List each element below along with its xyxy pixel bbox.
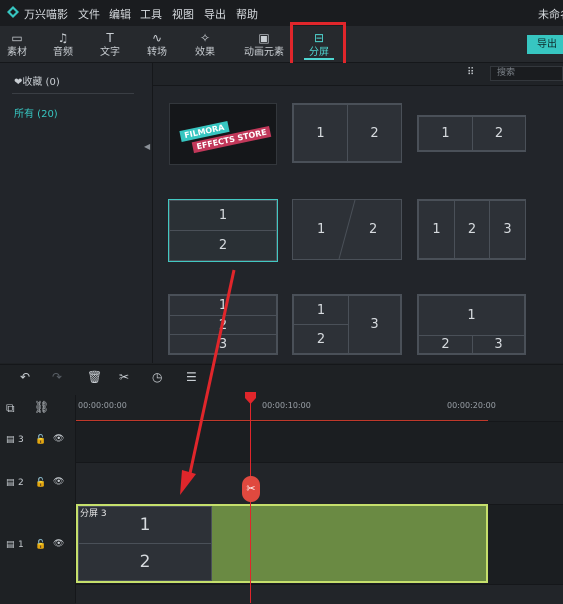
split-template-1top-2bottom[interactable]: 1 2 3 xyxy=(417,294,526,355)
template-cell: 2 xyxy=(472,116,526,151)
project-title: 未命名 xyxy=(538,8,563,21)
template-cell: 2 xyxy=(169,315,277,335)
tab-effects[interactable]: ✧ 效果 xyxy=(182,26,228,62)
split-template-2v-wide[interactable]: 1 2 xyxy=(417,115,526,152)
delete-icon[interactable]: 🗑 xyxy=(87,370,102,384)
add-track-icon[interactable]: ⧉ xyxy=(6,401,15,416)
cut-icon[interactable]: ✂ xyxy=(119,370,129,384)
tab-audio[interactable]: ♫ 音频 xyxy=(40,26,86,62)
timeline-toolbar xyxy=(0,364,563,395)
menu-edit[interactable]: 编辑 xyxy=(109,6,131,22)
track-video-icon: ▤ xyxy=(6,478,15,488)
music-note-icon: ♫ xyxy=(57,31,69,45)
split-template-2h-selected[interactable]: 1 2 xyxy=(168,199,278,262)
track-row-2[interactable] xyxy=(76,462,563,505)
elements-icon: ▣ xyxy=(258,31,270,45)
eye-icon[interactable]: 👁 xyxy=(53,434,64,444)
tab-elements[interactable]: ▣ 动画元素 xyxy=(236,26,292,62)
template-cell: 2 xyxy=(169,230,277,261)
split-template-2left-1right[interactable]: 1 2 3 xyxy=(292,294,402,355)
diagonal-divider xyxy=(338,200,356,259)
track-number: 1 xyxy=(18,540,24,550)
template-cell: 1 xyxy=(293,295,349,325)
template-cell: 2 xyxy=(347,104,402,162)
divider xyxy=(12,93,134,94)
transition-icon: ∿ xyxy=(151,31,163,45)
template-cell: 1 xyxy=(169,200,277,231)
eye-icon[interactable]: 👁 xyxy=(53,477,64,487)
lock-icon[interactable]: 🔓 xyxy=(35,435,46,445)
template-cell: 2 xyxy=(369,222,378,237)
track-number: 3 xyxy=(18,435,24,445)
ruler-label: 00:00:00:00 xyxy=(78,401,127,410)
track-row-audio[interactable] xyxy=(76,584,563,604)
menubar: 万兴喵影 文件 编辑 工具 视图 导出 帮助 未命名 xyxy=(0,0,563,26)
template-cell: 3 xyxy=(472,335,525,354)
template-cell: 1 xyxy=(317,222,326,237)
redo-icon[interactable]: ↷ xyxy=(52,370,62,384)
split-template-3h[interactable]: 1 2 3 xyxy=(168,294,278,355)
template-cell: 2 xyxy=(418,335,473,354)
tab-media[interactable]: ▭ 素材 xyxy=(0,26,40,62)
template-cell: 2 xyxy=(454,200,490,259)
template-cell: 1 xyxy=(418,116,473,151)
grid-view-icon[interactable]: ⠿ xyxy=(467,67,474,78)
playhead-scissors-icon[interactable]: ✂ xyxy=(242,476,260,502)
collapse-panel-icon[interactable]: ◀ xyxy=(144,142,150,151)
menu-export[interactable]: 导出 xyxy=(204,6,226,22)
split-template-diagonal[interactable]: 1 2 xyxy=(292,199,402,260)
template-cell: 1 xyxy=(418,200,455,259)
clock-icon[interactable]: ◷ xyxy=(152,370,162,384)
menu-help[interactable]: 帮助 xyxy=(236,6,258,22)
favorites-item[interactable]: ❤收藏 (0) xyxy=(14,73,60,88)
eye-icon[interactable]: 👁 xyxy=(53,539,64,549)
menu-view[interactable]: 视图 xyxy=(172,6,194,22)
template-cell: 1 xyxy=(293,104,348,162)
menu-file[interactable]: 文件 xyxy=(78,6,100,22)
split-template-2v[interactable]: 1 2 xyxy=(292,103,402,163)
playhead-handle[interactable] xyxy=(245,392,256,404)
app-logo-icon xyxy=(7,6,19,18)
ruler-label: 00:00:20:00 xyxy=(447,401,496,410)
media-toolbar: ▭ 素材 ♫ 音频 T 文字 ∿ 转场 ✧ 效果 ▣ 动画元素 ⊟ 分屏 xyxy=(0,26,563,63)
template-cell: 3 xyxy=(348,295,401,354)
template-cell: 1 xyxy=(418,295,525,336)
link-icon[interactable]: ⛓ xyxy=(34,400,49,414)
lock-icon[interactable]: 🔓 xyxy=(35,478,46,488)
track-headers xyxy=(0,395,76,603)
text-icon: T xyxy=(106,31,114,45)
template-cell: 3 xyxy=(169,334,277,354)
folder-icon: ▭ xyxy=(11,31,23,45)
split-template-3v[interactable]: 1 2 3 xyxy=(417,199,526,260)
search-input[interactable]: 搜索 xyxy=(490,66,563,81)
effects-icon: ✧ xyxy=(199,31,211,45)
ruler-label: 00:00:10:00 xyxy=(262,401,311,410)
track-video-icon: ▤ xyxy=(6,540,15,550)
track-number: 2 xyxy=(18,478,24,488)
template-cell: 3 xyxy=(489,200,526,259)
app-name: 万兴喵影 xyxy=(24,8,68,21)
all-item[interactable]: 所有 (20) xyxy=(14,105,58,120)
undo-icon[interactable]: ↶ xyxy=(20,370,30,384)
track-video-icon: ▤ xyxy=(6,435,15,445)
template-cell: 2 xyxy=(293,324,349,354)
effects-store-promo[interactable]: FILMORA EFFECTS STORE xyxy=(169,103,277,165)
menu-tools[interactable]: 工具 xyxy=(140,6,162,22)
export-button[interactable]: 导出 xyxy=(527,35,563,54)
tab-transition[interactable]: ∿ 转场 xyxy=(134,26,180,62)
tab-text[interactable]: T 文字 xyxy=(87,26,133,62)
category-panel: ❤收藏 (0) 所有 (20) xyxy=(0,63,153,363)
adjust-icon[interactable]: ☰ xyxy=(186,370,197,384)
clip-cell: 2 xyxy=(78,543,212,581)
lock-icon[interactable]: 🔓 xyxy=(35,540,46,550)
template-cell: 1 xyxy=(169,295,277,316)
track-row-3[interactable] xyxy=(76,421,563,463)
clip-label: 分屏 3 xyxy=(80,509,107,519)
